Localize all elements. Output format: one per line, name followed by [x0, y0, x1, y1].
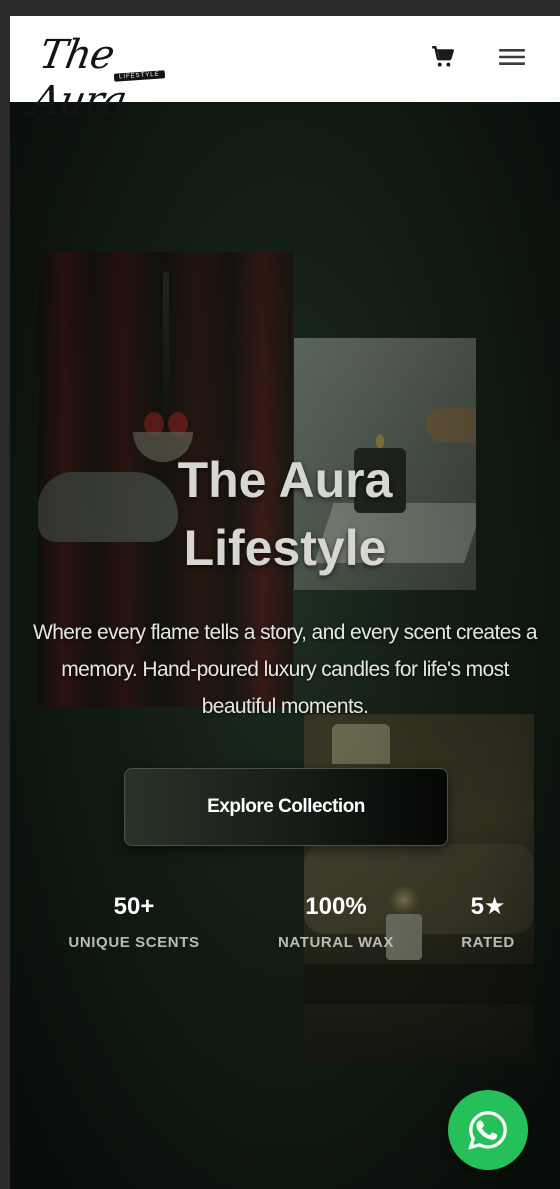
hero-subtitle: Where every flame tells a story, and eve… — [32, 621, 538, 718]
hero-title: The Aura Lifestyle — [10, 446, 560, 582]
stats-row: 50+ Unique Scents 100% Natural Wax 5★ Ra… — [10, 892, 560, 972]
site-header: The Aura Lifestyle — [10, 16, 560, 124]
cart-button[interactable] — [426, 40, 460, 74]
whatsapp-chat-button[interactable] — [448, 1090, 528, 1170]
stat-natural-wax: 100% Natural Wax — [258, 892, 414, 951]
hero-title-line2: Lifestyle — [183, 520, 387, 576]
brand-logo[interactable]: The Aura Lifestyle — [28, 22, 192, 124]
hero-title-line1: The Aura — [177, 452, 393, 508]
whatsapp-icon — [468, 1111, 507, 1150]
stat-value: 5★ — [470, 893, 506, 920]
menu-button[interactable] — [494, 40, 530, 74]
stat-label: Unique Scents — [68, 934, 200, 951]
stat-label: Rated — [461, 934, 515, 951]
cart-icon — [432, 46, 454, 67]
stat-rated: 5★ Rated — [440, 892, 536, 951]
hero-section: The Aura Lifestyle Where every flame tel… — [10, 102, 560, 1189]
stat-label: Natural Wax — [277, 934, 395, 951]
stat-value: 100% — [305, 893, 367, 920]
stat-value: 50+ — [113, 893, 155, 920]
explore-collection-button[interactable]: Explore Collection — [124, 768, 448, 846]
page-frame: The Aura Lifestyle — [10, 16, 560, 1189]
hamburger-menu-icon — [499, 49, 525, 65]
stat-unique-scents: 50+ Unique Scents — [44, 892, 224, 951]
